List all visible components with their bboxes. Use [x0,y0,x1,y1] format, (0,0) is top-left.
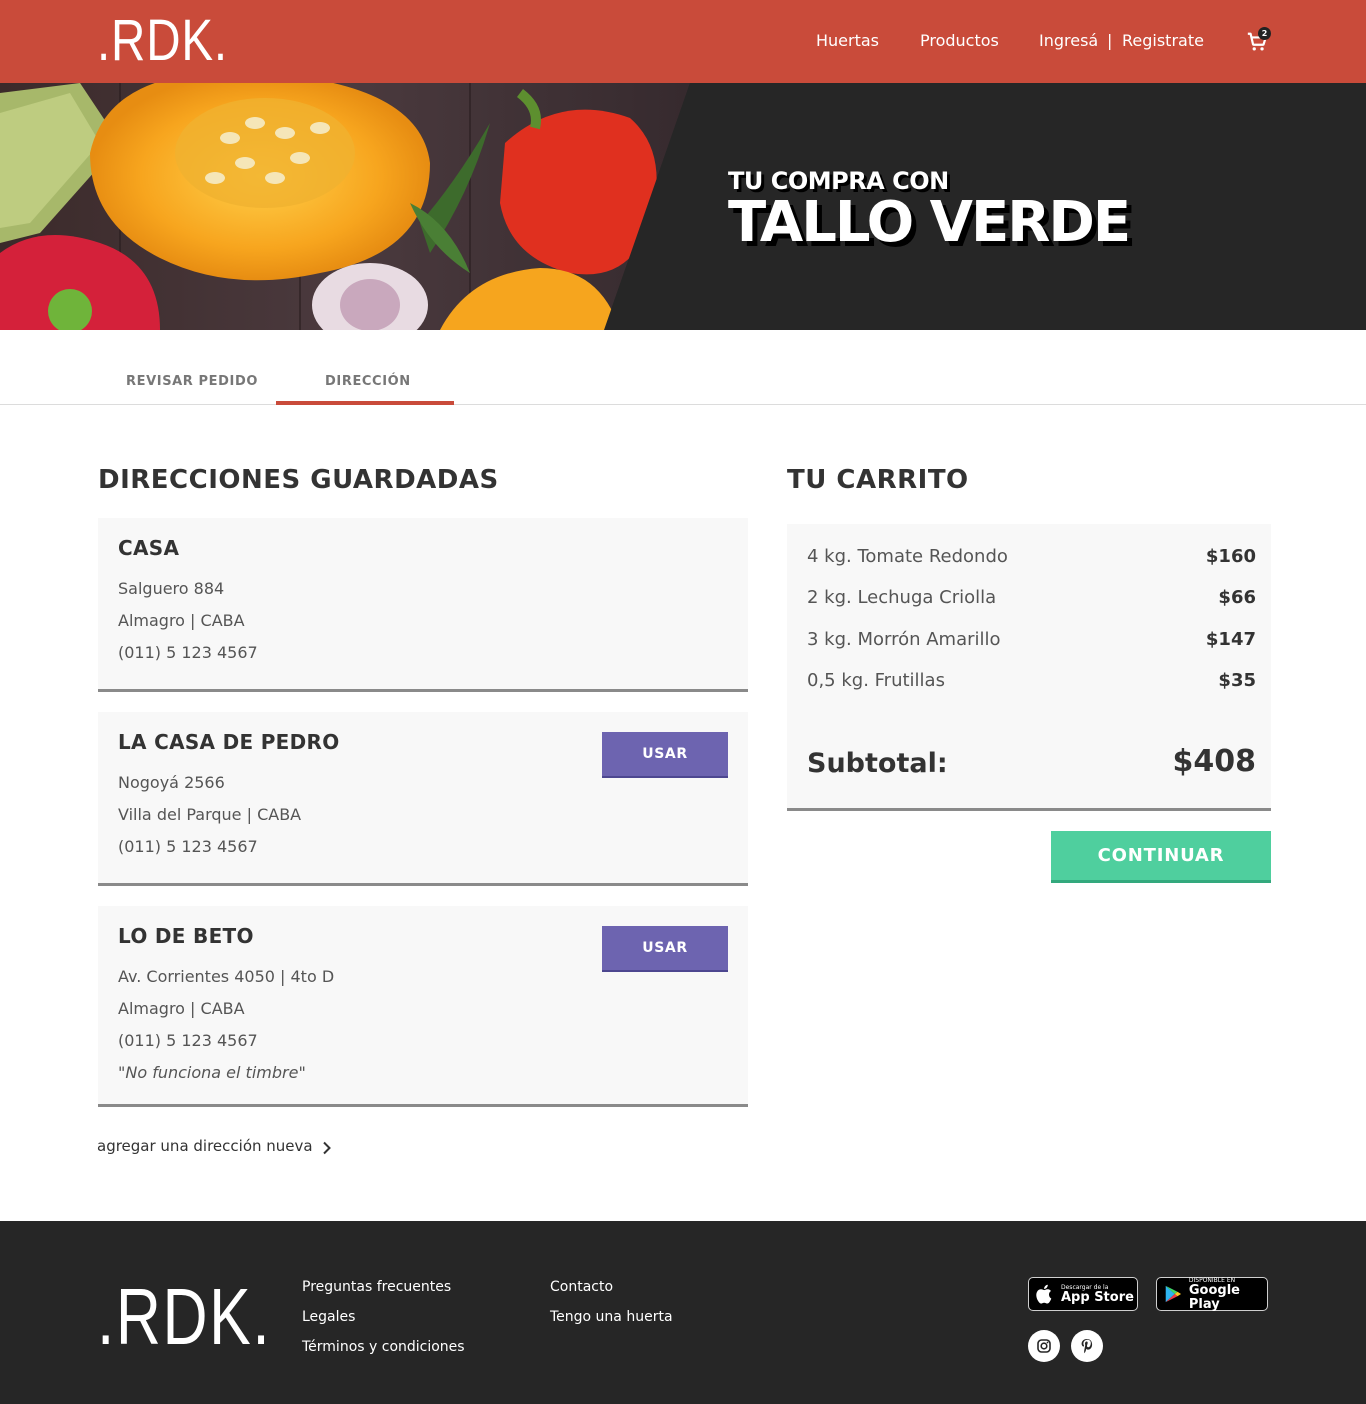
site-logo[interactable]: .RDK. [97,10,228,72]
nav-separator: | [1107,31,1113,50]
use-address-button[interactable]: USAR [602,926,728,972]
address-name: LA CASA DE PEDRO [118,730,340,754]
footer-link-legales[interactable]: Legales [302,1309,355,1325]
vegetables-photo [0,83,1366,330]
cart-item-price: $66 [1218,587,1256,608]
nav-huertas-link[interactable]: Huertas [816,31,879,50]
address-phone: (011) 5 123 4567 [118,643,258,662]
continue-button[interactable]: CONTINUAR [1051,831,1271,883]
cart-summary: 4 kg. Tomate Redondo $160 2 kg. Lechuga … [787,524,1271,811]
tab-direccion[interactable]: DIRECCIÓN [325,374,411,389]
address-street: Salguero 884 [118,579,225,598]
checkout-steps-tabs: REVISAR PEDIDO DIRECCIÓN [0,330,1366,405]
cart-item-price: $147 [1205,629,1256,650]
cart-count-badge: 2 [1258,27,1271,40]
footer-link-contacto[interactable]: Contacto [550,1279,613,1295]
saved-addresses-title: DIRECCIONES GUARDADAS [98,465,499,495]
address-area: Almagro | CABA [118,611,245,630]
nav-login-link[interactable]: Ingresá [1039,31,1098,50]
footer-link-terminos[interactable]: Términos y condiciones [302,1339,465,1355]
footer-link-faq[interactable]: Preguntas frecuentes [302,1279,451,1295]
cart-item-desc: 0,5 kg. Frutillas [807,670,945,691]
app-store-big-text: App Store [1061,1289,1134,1305]
address-area: Almagro | CABA [118,999,245,1018]
address-phone: (011) 5 123 4567 [118,1031,258,1050]
add-new-address-link[interactable]: agregar una dirección nueva [97,1137,313,1155]
app-store-badge[interactable]: Descargar de la App Store [1028,1277,1138,1311]
cart-item-price: $35 [1218,670,1256,691]
address-area: Villa del Parque | CABA [118,805,302,824]
footer-link-tengo-huerta[interactable]: Tengo una huerta [550,1309,673,1325]
chevron-right-icon[interactable] [322,1141,332,1155]
instagram-button[interactable] [1028,1330,1060,1362]
pinterest-button[interactable] [1071,1330,1103,1362]
subtotal-label: Subtotal: [807,748,948,779]
cart-item-desc: 2 kg. Lechuga Criolla [807,587,997,608]
address-card-lo-de-beto[interactable]: LO DE BETO Av. Corrientes 4050 | 4to D A… [98,906,748,1107]
hero-title: TALLO VERDE [728,190,1131,255]
address-card-casa[interactable]: CASA Salguero 884 Almagro | CABA (011) 5… [98,518,748,692]
nav-productos-link[interactable]: Productos [920,31,999,50]
site-footer: .RDK. Preguntas frecuentes Legales Térmi… [0,1221,1366,1404]
address-street: Nogoyá 2566 [118,773,225,792]
address-name: CASA [118,536,180,560]
address-name: LO DE BETO [118,924,254,948]
active-tab-indicator [276,401,454,405]
nav-register-link[interactable]: Registrate [1122,31,1204,50]
instagram-icon [1037,1339,1051,1353]
cart-item-price: $160 [1205,546,1256,567]
google-play-big-text: Google Play [1188,1282,1240,1312]
pinterest-icon [1081,1339,1093,1354]
address-phone: (011) 5 123 4567 [118,837,258,856]
google-play-icon [1165,1285,1182,1303]
google-play-badge[interactable]: DISPONIBLE EN Google Play [1156,1277,1268,1311]
site-header: .RDK. Huertas Productos Ingresá | Regist… [0,0,1366,83]
address-street: Av. Corrientes 4050 | 4to D [118,967,335,986]
address-note: "No funciona el timbre" [118,1063,306,1082]
footer-logo[interactable]: .RDK. [97,1275,271,1359]
tab-revisar-pedido[interactable]: REVISAR PEDIDO [126,374,258,389]
cart-item-desc: 4 kg. Tomate Redondo [807,546,1008,567]
cart-item-desc: 3 kg. Morrón Amarillo [807,629,1001,650]
subtotal-value: $408 [1172,744,1257,779]
address-card-la-casa-de-pedro[interactable]: LA CASA DE PEDRO Nogoyá 2566 Villa del P… [98,712,748,886]
hero-banner: TU COMPRA CON TALLO VERDE [0,83,1366,330]
cart-title: TU CARRITO [787,465,969,495]
apple-icon [1036,1284,1052,1304]
use-address-button[interactable]: USAR [602,732,728,778]
